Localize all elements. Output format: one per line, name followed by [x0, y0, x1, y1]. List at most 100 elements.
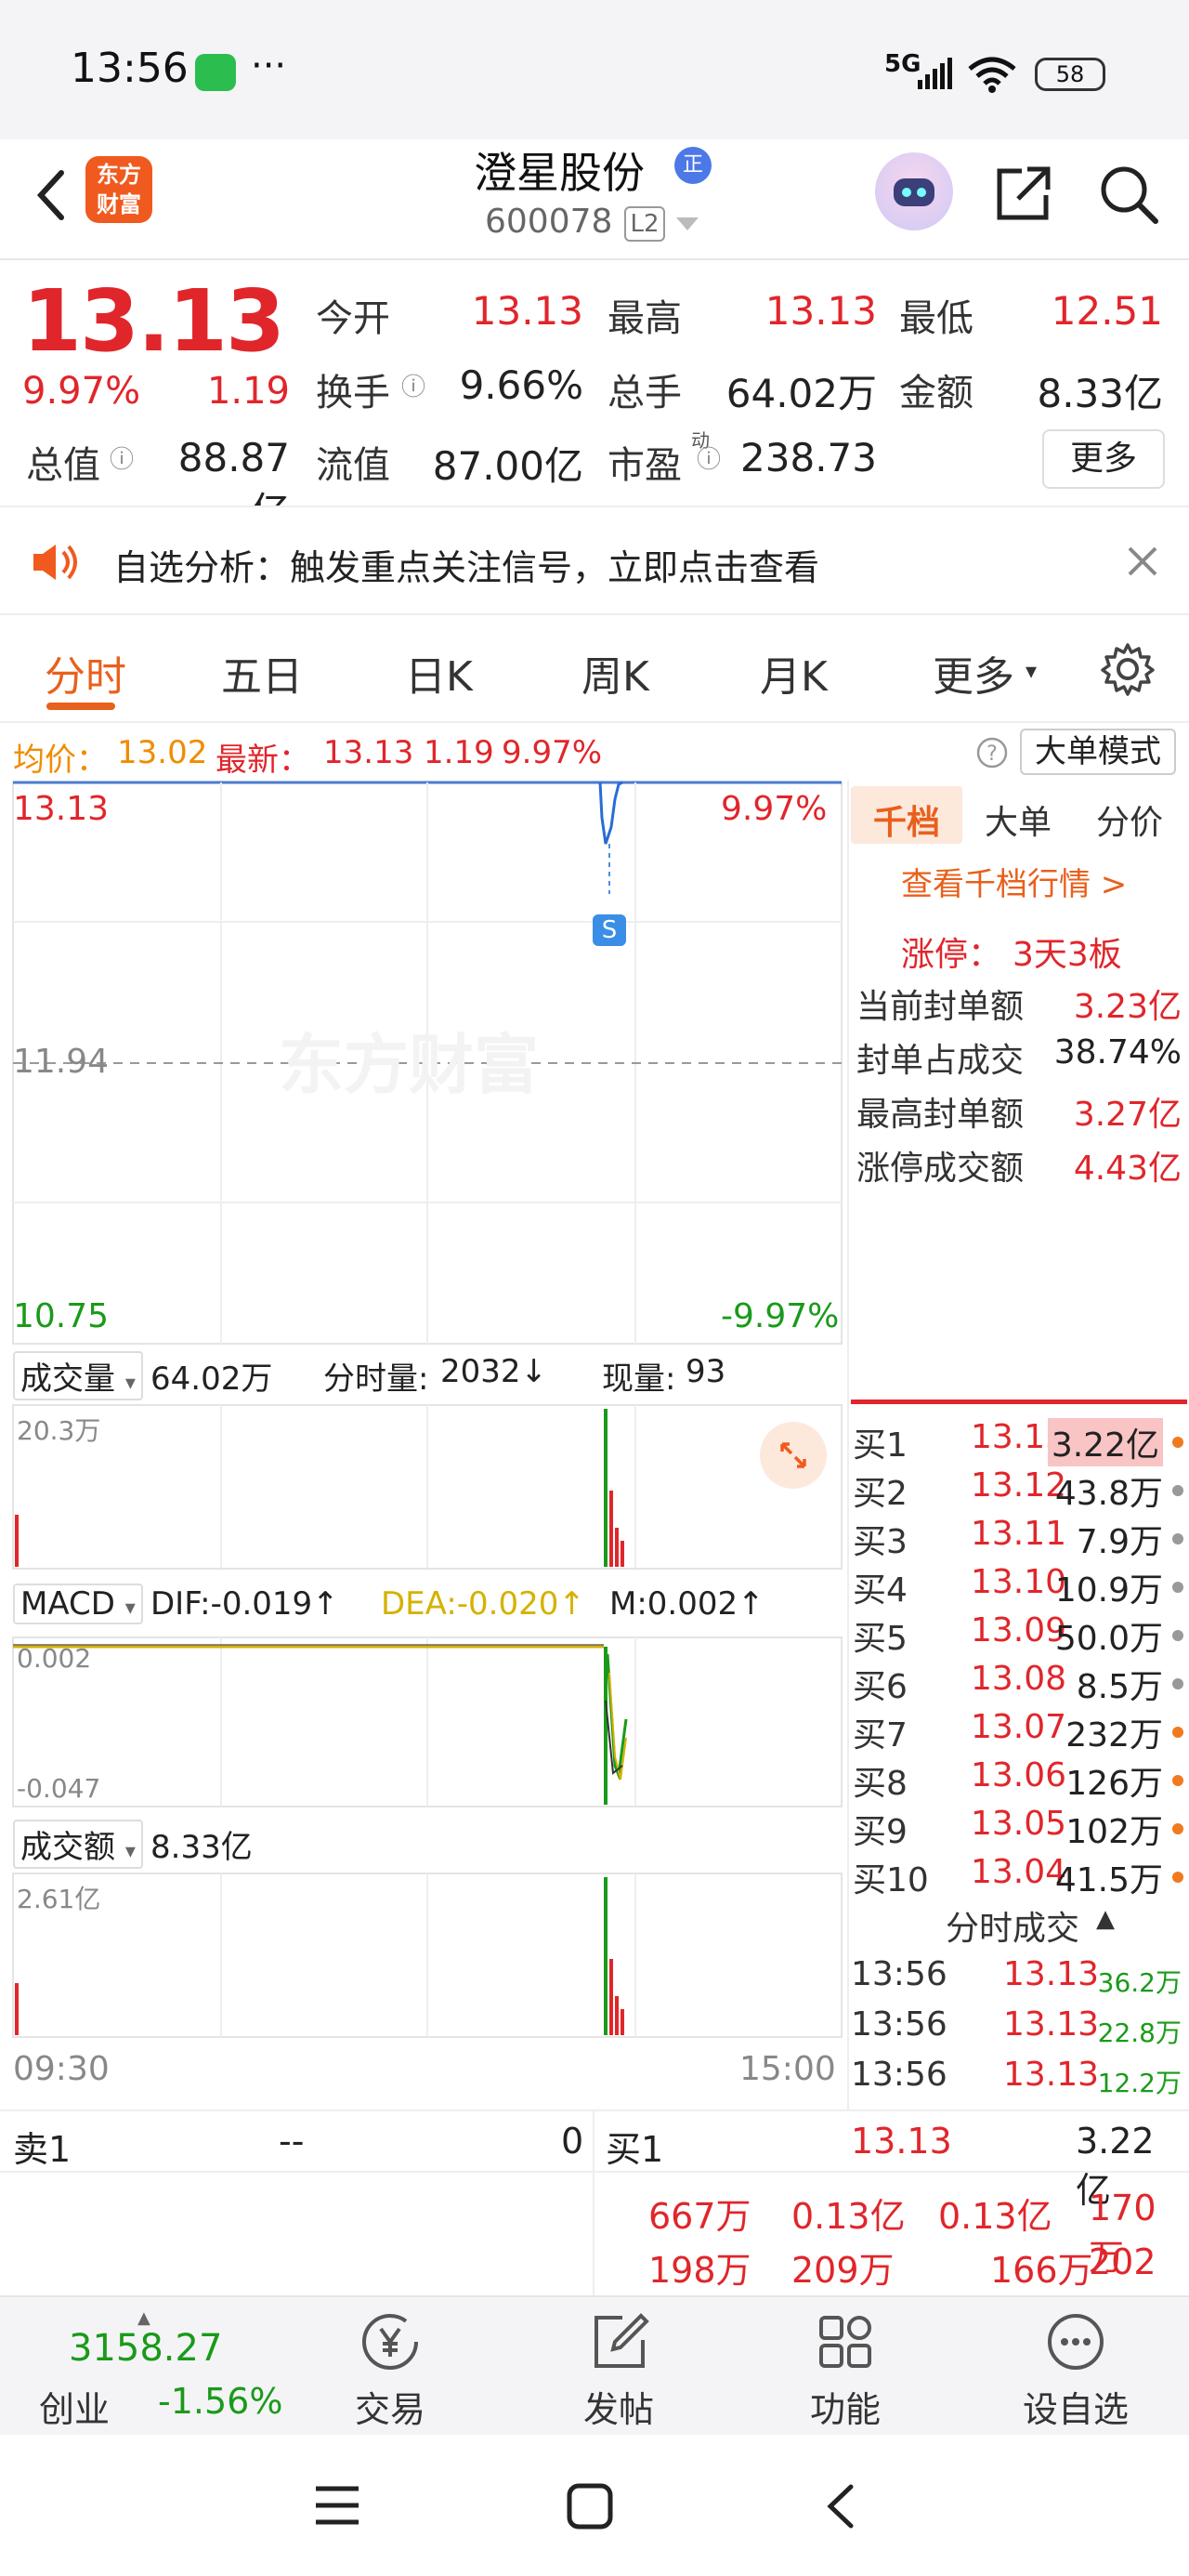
change-pct: 9.97% — [22, 370, 141, 413]
bid-row[interactable]: 买8 13.06 126万 — [851, 1756, 1189, 1805]
turnover-label: 换手 — [316, 372, 390, 414]
logo-text-1: 东方 — [97, 162, 141, 188]
sell1-volume: 0 — [561, 2121, 584, 2162]
current-price: 13.13 — [22, 271, 285, 371]
bid-row[interactable]: 买6 13.08 8.5万 — [851, 1660, 1189, 1708]
back-icon[interactable] — [821, 2481, 862, 2531]
gear-icon[interactable] — [1100, 641, 1156, 697]
low-value: 12.51 — [1051, 288, 1163, 334]
queue-cell: 0.13亿 — [791, 2196, 906, 2237]
ai-assistant-avatar-icon[interactable] — [875, 152, 953, 230]
more-circle-icon — [1048, 2314, 1104, 2370]
macd-dif: DIF:-0.019↑ — [150, 1585, 339, 1623]
latest-label: 最新： — [216, 742, 310, 779]
trade-row: 13:56 13.13 22.8万 — [851, 2005, 1182, 2048]
tab-big-order[interactable]: 大单 — [985, 795, 1052, 844]
price-bot-label: 10.75 — [13, 1297, 110, 1335]
dropdown-arrow-icon[interactable] — [676, 217, 699, 230]
notice-bar[interactable]: 自选分析：触发重点关注信号，立即点击查看 — [0, 506, 1189, 615]
trades-header[interactable]: 分时成交 — [946, 1901, 1079, 1950]
open-label: 今开 — [316, 297, 390, 340]
search-icon[interactable] — [1096, 162, 1161, 227]
queue-cell: 198万 — [648, 2250, 751, 2291]
tab-qiandang[interactable]: 千档 — [873, 795, 940, 844]
eastmoney-logo[interactable]: 东方 财富 — [85, 156, 152, 223]
volume-selector[interactable]: 成交量 ▾ — [13, 1351, 143, 1400]
volume-label: 总手 — [608, 372, 682, 414]
bid-row[interactable]: 买2 13.12 43.8万 — [851, 1466, 1189, 1515]
bid-row[interactable]: 买9 13.05 102万 — [851, 1805, 1189, 1853]
tab-5day[interactable]: 五日 — [221, 643, 303, 703]
macd-bot-label: -0.047 — [17, 1773, 101, 1804]
macd-selector[interactable]: MACD ▾ — [13, 1584, 143, 1624]
nav-trade[interactable]: 交易 — [316, 2308, 464, 2432]
nav-functions[interactable]: 功能 — [771, 2308, 920, 2432]
info-icon[interactable]: ⓘ — [697, 440, 721, 475]
tab-fenshi[interactable]: 分时 — [45, 643, 126, 703]
tab-weekly-k[interactable]: 周K — [581, 643, 649, 703]
wifi-icon — [968, 57, 1016, 93]
intraday-chart[interactable]: 东方财富 13.13 9.97% 11.94 10.75 -9.97% S 成交… — [0, 781, 845, 2109]
index-ticker[interactable]: ▲ 3158.27 创业 -1.56% — [19, 2308, 282, 2430]
queue-cell: 166万 — [990, 2250, 1093, 2291]
more-notifications-icon: ··· — [251, 45, 287, 87]
buy1-label: 买1 — [606, 2129, 664, 2170]
stat-value: 3.27亿 — [1073, 1096, 1182, 1134]
watermark: 东方财富 — [279, 1027, 539, 1103]
caret-up-icon[interactable]: ▲ — [1096, 1905, 1115, 1933]
price-top-label: 13.13 — [13, 790, 110, 828]
svg-text:?: ? — [986, 743, 998, 766]
stock-name[interactable]: 澄星股份 — [474, 139, 645, 201]
tab-more[interactable]: 更多 — [933, 643, 1014, 703]
info-icon[interactable]: ⓘ — [110, 440, 134, 475]
home-icon[interactable] — [565, 2481, 615, 2531]
index-pct: -1.56% — [158, 2381, 283, 2422]
stat-label: 封单占成交 — [856, 1042, 1025, 1080]
back-arrow-icon[interactable] — [24, 158, 80, 232]
nav-post-label: 发帖 — [582, 2389, 654, 2430]
volume-selector-label: 成交量 — [20, 1360, 115, 1398]
index-value: 3158.27 — [69, 2327, 223, 2370]
tab-daily-k[interactable]: 日K — [405, 643, 473, 703]
share-icon[interactable] — [990, 162, 1055, 227]
close-icon[interactable] — [1126, 545, 1159, 578]
sell-signal-marker[interactable]: S — [593, 914, 626, 946]
nav-post[interactable]: 发帖 — [544, 2308, 693, 2432]
volume-value: 64.02万 — [725, 371, 877, 416]
macd-selector-label: MACD — [20, 1585, 115, 1623]
stat-value: 3.23亿 — [1073, 988, 1182, 1026]
volume-fenshi-label: 分时量: — [323, 1360, 429, 1398]
qiandang-link[interactable]: 查看千档行情 > — [901, 859, 1127, 904]
latest-pct: 9.97% — [502, 734, 603, 771]
big-order-mode-button[interactable]: 大单模式 — [1020, 729, 1176, 775]
tab-price-dist[interactable]: 分价 — [1096, 795, 1163, 844]
level2-badge[interactable]: L2 — [624, 206, 665, 242]
volume-now-label: 现量: — [602, 1360, 676, 1398]
bid-row[interactable]: 买7 13.07 232万 — [851, 1708, 1189, 1756]
signal-icon — [918, 58, 952, 89]
amount-label: 金额 — [899, 372, 973, 414]
help-icon[interactable]: ? — [975, 736, 1009, 769]
tab-monthly-k[interactable]: 月K — [760, 643, 828, 703]
bid-row[interactable]: 买3 13.11 7.9万 — [851, 1515, 1189, 1563]
bid-row[interactable]: 买10 13.04 41.5万 — [851, 1853, 1189, 1901]
limit-up-value: 3天3板 — [1013, 936, 1122, 974]
amount-selector[interactable]: 成交额 ▾ — [13, 1820, 143, 1869]
bid-row[interactable]: 买1 13.13 3.22亿 — [851, 1418, 1189, 1466]
stock-header: 东方 财富 澄星股份 正 600078 L2 — [0, 139, 1189, 260]
buy1-price: 13.13 — [851, 2121, 952, 2162]
caret-down-icon[interactable]: ▾ — [1026, 658, 1037, 684]
volume-fenshi-value: 2032↓ — [440, 1353, 548, 1390]
bid-row[interactable]: 买5 13.09 50.0万 — [851, 1611, 1189, 1660]
more-button[interactable]: 更多 — [1042, 429, 1165, 489]
bid-row[interactable]: 买4 13.10 10.9万 — [851, 1563, 1189, 1611]
nav-add-watchlist[interactable]: 设自选 — [1001, 2308, 1150, 2432]
expand-icon[interactable] — [760, 1422, 827, 1489]
menu-icon[interactable] — [312, 2483, 362, 2528]
caret-up-icon: ▲ — [137, 2308, 150, 2328]
info-icon[interactable]: ⓘ — [401, 368, 425, 402]
trade-row: 13:56 13.13 36.2万 — [851, 1955, 1182, 1998]
low-label: 最低 — [899, 297, 973, 340]
period-tabs: 分时 五日 日K 周K 月K 更多 ▾ — [0, 617, 1189, 719]
stock-code[interactable]: 600078 — [485, 203, 612, 241]
